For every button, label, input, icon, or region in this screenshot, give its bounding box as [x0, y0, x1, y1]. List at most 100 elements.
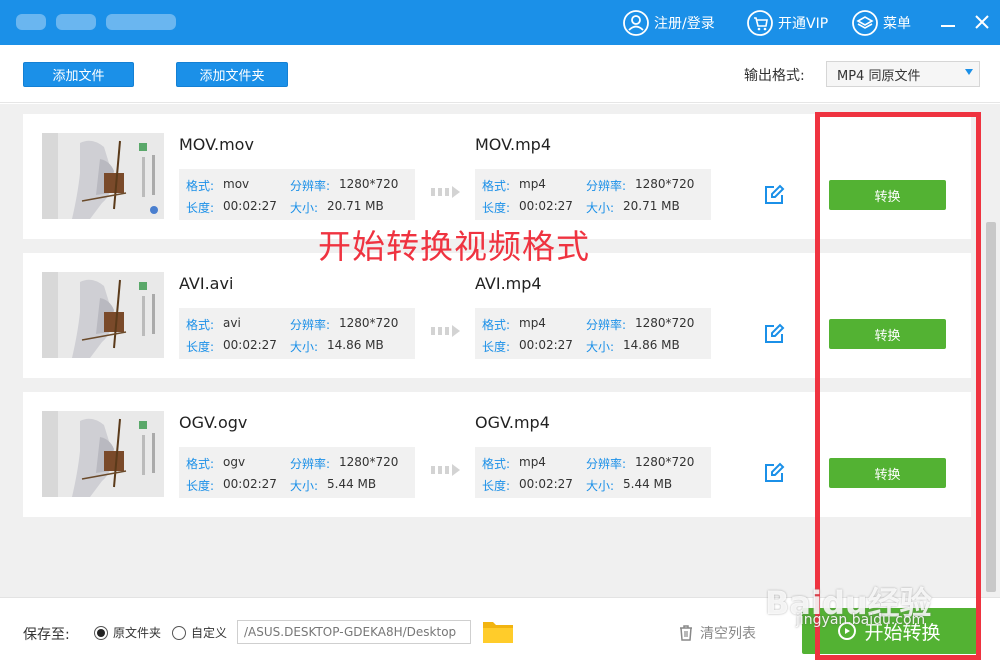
radio-selected-icon: [94, 625, 108, 640]
size-value: 5.44 MB: [327, 477, 377, 491]
format-value: mp4: [519, 316, 546, 330]
length-key: 长度:: [482, 201, 511, 215]
edit-icon[interactable]: [763, 462, 785, 484]
source-file-name: MOV.mov: [179, 135, 254, 154]
edit-icon[interactable]: [763, 323, 785, 345]
length-value: 00:02:27: [223, 338, 277, 352]
target-info-box: 格式: mp4 分辨率: 1280*720 长度: 00:02:27 大小: 2…: [475, 169, 711, 220]
video-thumbnail: [42, 411, 164, 497]
layers-icon: [852, 10, 878, 36]
length-key: 长度:: [482, 479, 511, 493]
size-value: 20.71 MB: [623, 199, 680, 213]
format-value: mp4: [519, 455, 546, 469]
resolution-key: 分辨率:: [586, 179, 627, 193]
resolution-key: 分辨率:: [290, 457, 331, 471]
vip-button[interactable]: 开通VIP: [747, 9, 828, 37]
size-key: 大小:: [586, 201, 615, 215]
radio-original-folder[interactable]: 原文件夹: [94, 624, 161, 641]
resolution-key: 分辨率:: [290, 318, 331, 332]
format-value: mov: [223, 177, 250, 191]
length-key: 长度:: [482, 340, 511, 354]
close-icon: [975, 15, 989, 29]
size-key: 大小:: [290, 479, 319, 493]
length-value: 00:02:27: [519, 338, 573, 352]
radio-custom-folder[interactable]: 自定义: [172, 624, 227, 641]
resolution-key: 分辨率:: [586, 457, 627, 471]
arrow-right-icon: [431, 325, 463, 337]
annotation-text: 开始转换视频格式: [318, 227, 590, 266]
length-value: 00:02:27: [223, 477, 277, 491]
save-path-field[interactable]: /ASUS.DESKTOP-GDEKA8H/Desktop: [237, 620, 471, 644]
close-button[interactable]: [970, 10, 994, 34]
source-info-box: 格式: avi 分辨率: 1280*720 长度: 00:02:27 大小: 1…: [179, 308, 415, 359]
target-file-name: MOV.mp4: [475, 135, 552, 154]
target-file-name: OGV.mp4: [475, 413, 550, 432]
video-thumbnail: [42, 133, 164, 219]
size-value: 5.44 MB: [623, 477, 673, 491]
output-format-select[interactable]: MP4 同原文件: [826, 61, 980, 87]
source-info-box: 格式: mov 分辨率: 1280*720 长度: 00:02:27 大小: 2…: [179, 169, 415, 220]
format-value: ogv: [223, 455, 246, 469]
resolution-value: 1280*720: [635, 455, 695, 469]
title-bar: 注册/登录 开通VIP 菜单: [0, 0, 1000, 45]
trash-icon: [680, 625, 692, 641]
add-file-button[interactable]: 添加文件: [23, 62, 134, 87]
format-value: mp4: [519, 177, 546, 191]
size-key: 大小:: [586, 479, 615, 493]
format-key: 格式:: [482, 457, 511, 471]
source-file-name: OGV.ogv: [179, 413, 248, 432]
format-value: avi: [223, 316, 241, 330]
output-format-label: 输出格式:: [744, 68, 805, 84]
toolbar: 添加文件 添加文件夹 输出格式: MP4 同原文件: [0, 45, 1000, 103]
resolution-value: 1280*720: [339, 177, 399, 191]
register-login-button[interactable]: 注册/登录: [623, 9, 715, 37]
add-folder-button[interactable]: 添加文件夹: [176, 62, 288, 87]
size-key: 大小:: [586, 340, 615, 354]
length-value: 00:02:27: [223, 199, 277, 213]
video-thumbnail: [42, 272, 164, 358]
resolution-value: 1280*720: [635, 177, 695, 191]
save-to-label: 保存至:: [23, 627, 70, 643]
clear-list-label: 清空列表: [700, 626, 756, 642]
size-value: 14.86 MB: [327, 338, 384, 352]
arrow-right-icon: [431, 186, 463, 198]
chevron-down-icon: [965, 69, 973, 75]
size-value: 20.71 MB: [327, 199, 384, 213]
target-info-box: 格式: mp4 分辨率: 1280*720 长度: 00:02:27 大小: 5…: [475, 447, 711, 498]
clear-list-button[interactable]: 清空列表: [678, 623, 756, 643]
length-key: 长度:: [186, 201, 215, 215]
cart-icon: [747, 10, 773, 36]
length-key: 长度:: [186, 479, 215, 493]
folder-icon[interactable]: [482, 618, 514, 644]
source-file-name: AVI.avi: [179, 274, 234, 293]
watermark-url: jingyan.baidu.com: [796, 612, 926, 628]
user-icon: [623, 10, 649, 36]
output-format-value: MP4 同原文件: [837, 68, 921, 84]
app-logo: [16, 8, 186, 36]
resolution-key: 分辨率:: [290, 179, 331, 193]
register-login-label: 注册/登录: [654, 16, 715, 32]
vip-label: 开通VIP: [778, 16, 829, 32]
length-value: 00:02:27: [519, 199, 573, 213]
edit-icon[interactable]: [763, 184, 785, 206]
resolution-value: 1280*720: [339, 455, 399, 469]
target-file-name: AVI.mp4: [475, 274, 542, 293]
size-key: 大小:: [290, 340, 319, 354]
scrollbar[interactable]: [983, 104, 1000, 597]
resolution-key: 分辨率:: [586, 318, 627, 332]
radio-unselected-icon: [172, 625, 186, 640]
target-info-box: 格式: mp4 分辨率: 1280*720 长度: 00:02:27 大小: 1…: [475, 308, 711, 359]
radio-custom-label: 自定义: [191, 626, 228, 640]
format-key: 格式:: [186, 179, 215, 193]
size-value: 14.86 MB: [623, 338, 680, 352]
resolution-value: 1280*720: [635, 316, 695, 330]
scrollbar-thumb[interactable]: [986, 222, 996, 592]
resolution-value: 1280*720: [339, 316, 399, 330]
format-key: 格式:: [482, 318, 511, 332]
arrow-right-icon: [431, 464, 463, 476]
menu-button[interactable]: 菜单: [852, 9, 911, 37]
minimize-button[interactable]: [936, 10, 960, 34]
size-key: 大小:: [290, 201, 319, 215]
length-value: 00:02:27: [519, 477, 573, 491]
minimize-icon: [941, 25, 955, 27]
